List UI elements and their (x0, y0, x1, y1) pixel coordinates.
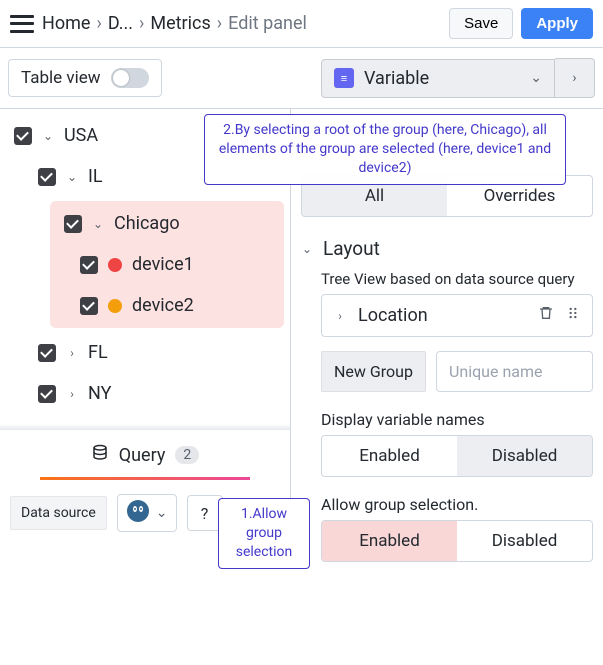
tab-query-label: Query (119, 445, 166, 466)
display-names-disabled[interactable]: Disabled (457, 436, 592, 476)
tree-label: FL (88, 342, 108, 363)
crumb-metrics[interactable]: Metrics (150, 13, 210, 34)
tree-view-description: Tree View based on data source query (321, 270, 593, 288)
tree-label: NY (88, 383, 111, 404)
display-names-label: Display variable names (321, 410, 593, 429)
section-layout[interactable]: ⌄ Layout (301, 231, 593, 270)
drag-handle-icon[interactable] (566, 305, 580, 326)
chevron-down-icon: ⌄ (156, 505, 168, 521)
chevron-right-icon[interactable]: › (66, 387, 78, 401)
chevron-right-icon: › (572, 70, 576, 86)
tree-node-fl[interactable]: › FL (0, 332, 290, 373)
tree-group-selected: ⌄ Chicago device1 device2 (50, 201, 284, 328)
allow-group-enabled[interactable]: Enabled (322, 521, 457, 561)
panel-type-label: Variable (364, 68, 520, 89)
chevron-right-icon: › (217, 13, 222, 34)
annotation-2: 2.By selecting a root of the group (here… (204, 114, 566, 185)
chevron-right-icon[interactable]: › (66, 346, 78, 360)
chevron-down-icon: ⌄ (530, 70, 542, 86)
chevron-down-icon[interactable]: ⌄ (66, 170, 78, 184)
save-button[interactable]: Save (449, 8, 513, 39)
allow-group-toggle: Enabled Disabled (321, 520, 593, 562)
chevron-right-icon: › (139, 13, 144, 34)
tree-label: Chicago (114, 213, 180, 234)
tree-label: device2 (132, 295, 194, 316)
panel-type-select[interactable]: ≡ Variable ⌄ (321, 59, 555, 98)
tab-underline (40, 477, 250, 480)
tree-node-device2[interactable]: device2 (50, 285, 284, 326)
question-icon: ? (201, 504, 209, 523)
chevron-down-icon[interactable]: ⌄ (42, 129, 54, 143)
query-count-badge: 2 (175, 446, 199, 464)
group-label: Location (358, 305, 428, 326)
crumb-editpanel: Edit panel (228, 13, 307, 34)
tab-query[interactable]: Query 2 (0, 430, 290, 480)
checkbox-checked-icon[interactable] (38, 168, 56, 186)
breadcrumb: Home › D... › Metrics › Edit panel (42, 13, 441, 34)
checkbox-checked-icon[interactable] (80, 256, 98, 274)
group-row-location[interactable]: › Location (321, 294, 593, 337)
trash-icon[interactable] (538, 305, 554, 326)
annotation-1: 1.Allow group selection (218, 498, 310, 569)
chevron-down-icon[interactable]: ⌄ (92, 217, 104, 231)
table-view-toggle[interactable]: Table view (8, 59, 162, 97)
tree-label: USA (64, 125, 98, 146)
display-names-enabled[interactable]: Enabled (322, 436, 457, 476)
apply-button[interactable]: Apply (521, 8, 593, 39)
status-dot-red (108, 258, 122, 272)
checkbox-checked-icon[interactable] (38, 344, 56, 362)
tree-label: device1 (132, 254, 194, 275)
status-dot-amber (108, 299, 122, 313)
table-view-label: Table view (21, 68, 101, 88)
checkbox-checked-icon[interactable] (38, 385, 56, 403)
menu-icon[interactable] (10, 15, 34, 33)
panel-type-next[interactable]: › (555, 58, 595, 98)
allow-group-label: Allow group selection. (321, 495, 593, 514)
checkbox-checked-icon[interactable] (64, 215, 82, 233)
postgres-icon (126, 499, 150, 527)
tree-node-device1[interactable]: device1 (50, 244, 284, 285)
chevron-down-icon: ⌄ (301, 242, 313, 256)
allow-group-disabled[interactable]: Disabled (457, 521, 592, 561)
section-layout-label: Layout (323, 237, 380, 260)
chevron-right-icon[interactable]: › (334, 309, 346, 323)
toggle-switch[interactable] (111, 68, 149, 88)
database-icon (91, 444, 109, 466)
datasource-select[interactable]: ⌄ (117, 494, 177, 532)
crumb-dashboards[interactable]: D... (108, 13, 133, 34)
chevron-right-icon: › (96, 13, 101, 34)
tree-node-ny[interactable]: › NY (0, 373, 290, 414)
display-names-toggle: Enabled Disabled (321, 435, 593, 477)
checkbox-checked-icon[interactable] (80, 297, 98, 315)
new-group-button[interactable]: New Group (321, 351, 426, 392)
checkbox-checked-icon[interactable] (14, 127, 32, 145)
tree-node-chicago[interactable]: ⌄ Chicago (50, 203, 284, 244)
tree-label: IL (88, 166, 103, 187)
datasource-label: Data source (10, 496, 107, 530)
crumb-home[interactable]: Home (42, 13, 90, 34)
variable-icon: ≡ (334, 68, 354, 88)
group-name-input[interactable]: Unique name (436, 351, 593, 392)
